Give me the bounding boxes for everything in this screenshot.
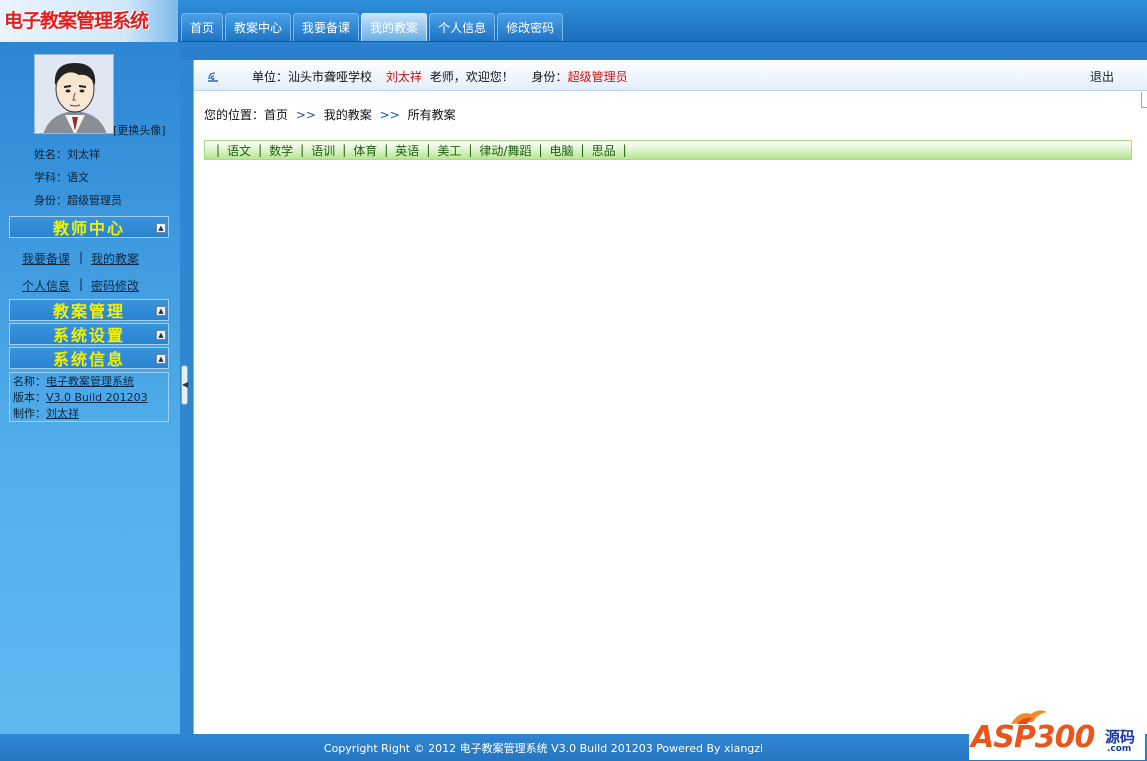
tab-my-plans[interactable]: 我的教案 [361, 13, 428, 41]
category-dance[interactable]: 律动/舞蹈 [479, 142, 531, 159]
link-my-plans[interactable]: 我的教案 [91, 250, 139, 267]
sysinfo-author-link[interactable]: 刘太祥 [46, 407, 79, 420]
logo-text: 电子教案管理系统 [4, 10, 149, 32]
category-separator: | [342, 143, 347, 157]
link-prepare-lesson[interactable]: 我要备课 [22, 250, 70, 267]
category-separator: | [384, 143, 389, 157]
welcome-text: 单位：汕头市聋哑学校 刘太祥 老师，欢迎您！ 身份：超级管理员 [252, 68, 628, 85]
welcome-message: 老师，欢迎您！ [429, 70, 514, 84]
category-separator: | [538, 143, 543, 157]
category-separator: | [258, 143, 263, 157]
unit-value: 汕头市聋哑学校 [288, 70, 373, 84]
tab-change-password[interactable]: 修改密码 [497, 13, 564, 41]
logo: 电子教案管理系统 [0, 0, 178, 42]
main-nav: 首页 教案中心 我要备课 我的教案 个人信息 修改密码 [181, 13, 565, 41]
signal-icon [208, 72, 218, 82]
collapse-toggle-icon[interactable]: ▲ [156, 354, 166, 364]
category-pe[interactable]: 体育 [353, 142, 377, 159]
watermark-domain: .com [1107, 744, 1132, 754]
category-separator: | [300, 143, 305, 157]
link-change-password[interactable]: 密码修改 [91, 277, 139, 294]
top-header: 电子教案管理系统 首页 教案中心 我要备课 我的教案 个人信息 修改密码 [0, 0, 1147, 42]
sysinfo-version-link[interactable]: V3.0 Build 201203 [46, 391, 148, 404]
user-name: 姓名：刘太祥 [34, 148, 100, 161]
category-computer[interactable]: 电脑 [550, 142, 574, 159]
tab-personal-info[interactable]: 个人信息 [429, 13, 496, 41]
main-panel: 单位：汕头市聋哑学校 刘太祥 老师，欢迎您！ 身份：超级管理员 退出 您的位置：… [193, 60, 1147, 734]
system-info-box: 名称：电子教案管理系统 版本：V3.0 Build 201203 制作：刘太祥 [9, 372, 169, 422]
sidebar-collapse-handle[interactable]: ◀ [181, 365, 188, 405]
category-moral[interactable]: 思品 [592, 142, 616, 159]
sysinfo-version-label: 版本： [13, 391, 46, 404]
sidebar: [更换头像] 姓名：刘太祥 学科：语文 身份：超级管理员 教师中心 ▲ 我要备课… [0, 42, 180, 734]
breadcrumb-current: 所有教案 [407, 108, 456, 122]
watermark-brand: ASP300 [971, 720, 1095, 755]
section-title: 系统设置 [52, 326, 125, 345]
section-plan-manage[interactable]: 教案管理 ▲ [9, 299, 169, 321]
category-bar: | 语文 | 数学 | 语训 | 体育 | 英语 | 美工 | 律动/舞蹈 | … [204, 140, 1132, 160]
section-title: 教案管理 [52, 302, 125, 321]
link-separator: | [79, 250, 84, 264]
category-separator: | [426, 143, 431, 157]
role-value: 超级管理员 [567, 70, 628, 84]
tab-home[interactable]: 首页 [181, 13, 224, 41]
breadcrumb-prefix: 您的位置： [204, 108, 265, 122]
section-system-settings[interactable]: 系统设置 ▲ [9, 323, 169, 345]
user-role: 身份：超级管理员 [34, 194, 122, 207]
copyright-text: Copyright Right © 2012 电子教案管理系统 V3.0 Bui… [323, 742, 764, 755]
tab-plan-center[interactable]: 教案中心 [225, 13, 292, 41]
sysinfo-author-label: 制作： [13, 407, 46, 420]
unit-label: 单位： [252, 70, 289, 84]
sysinfo-name-label: 名称： [13, 375, 46, 388]
category-chinese[interactable]: 语文 [227, 142, 251, 159]
category-separator: | [216, 143, 221, 157]
section-title: 教师中心 [52, 219, 125, 238]
category-separator: | [468, 143, 473, 157]
teacher-name: 刘太祥 [385, 70, 422, 84]
category-separator: | [580, 143, 585, 157]
section-teacher-center[interactable]: 教师中心 ▲ [9, 216, 169, 238]
category-speech-training[interactable]: 语训 [311, 142, 335, 159]
collapse-toggle-icon[interactable]: ▲ [156, 306, 166, 316]
user-subject: 学科：语文 [34, 171, 89, 184]
breadcrumb-home[interactable]: 首页 [264, 108, 288, 122]
breadcrumb-separator: >> [379, 108, 400, 122]
change-avatar-link[interactable]: [更换头像] [113, 122, 166, 138]
category-english[interactable]: 英语 [395, 142, 419, 159]
section-system-info[interactable]: 系统信息 ▲ [9, 347, 169, 369]
breadcrumb-separator: >> [295, 108, 316, 122]
category-art[interactable]: 美工 [437, 142, 461, 159]
link-separator: | [79, 277, 84, 291]
category-separator: | [622, 143, 627, 157]
watermark-logo: ASP300 源码 .com [969, 706, 1145, 760]
logout-button[interactable]: 退出 [1090, 68, 1114, 85]
role-label: 身份： [531, 70, 568, 84]
sysinfo-name-link[interactable]: 电子教案管理系统 [46, 375, 134, 388]
collapse-toggle-icon[interactable]: ▲ [156, 223, 166, 233]
section-title: 系统信息 [52, 350, 125, 369]
breadcrumb-my-plans[interactable]: 我的教案 [324, 108, 372, 122]
tab-prepare-lesson[interactable]: 我要备课 [293, 13, 360, 41]
collapse-toggle-icon[interactable]: ▲ [156, 330, 166, 340]
avatar [34, 54, 114, 134]
info-bar: 单位：汕头市聋哑学校 刘太祥 老师，欢迎您！ 身份：超级管理员 退出 [194, 60, 1147, 91]
avatar-cartoon-icon [35, 55, 113, 133]
breadcrumb: 您的位置：首页 >> 我的教案 >> 所有教案 [204, 106, 456, 123]
link-personal-info[interactable]: 个人信息 [22, 277, 70, 294]
category-math[interactable]: 数学 [269, 142, 293, 159]
scrollbar[interactable] [1141, 92, 1147, 108]
